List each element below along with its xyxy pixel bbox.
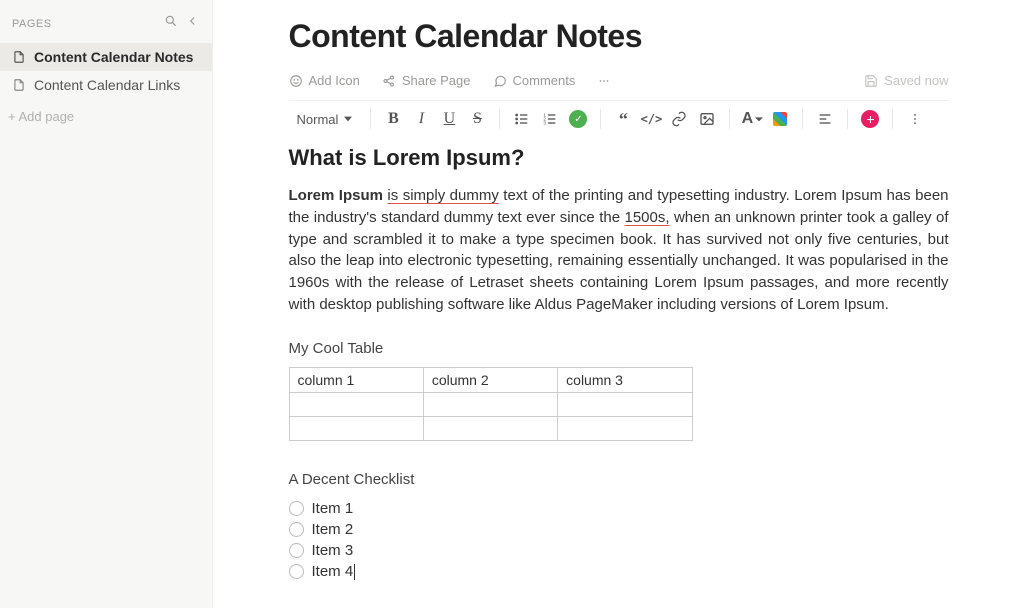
image-icon [699, 111, 715, 127]
list-item[interactable]: Item 3 [289, 540, 949, 561]
underline-button[interactable]: U [437, 107, 461, 131]
main-content: Content Calendar Notes Add Icon Share Pa… [213, 0, 1024, 608]
underline-text: 1500s, [624, 209, 669, 226]
share-icon [382, 74, 396, 88]
page-icon [12, 50, 26, 64]
strike-button[interactable]: S [465, 107, 489, 131]
search-icon[interactable] [164, 14, 178, 33]
table-cell[interactable] [289, 392, 423, 416]
table-cell[interactable]: column 1 [289, 367, 423, 392]
more-menu-button[interactable] [597, 74, 611, 88]
list-item[interactable]: Item 2 [289, 519, 949, 540]
add-page-button[interactable]: + Add page [0, 99, 212, 134]
checkbox[interactable] [289, 501, 304, 516]
share-page-button[interactable]: Share Page [382, 73, 471, 88]
smile-icon [289, 74, 303, 88]
save-icon [864, 74, 878, 88]
table-cell[interactable] [423, 392, 557, 416]
image-button[interactable] [695, 107, 719, 131]
align-button[interactable] [813, 107, 837, 131]
section-heading[interactable]: What is Lorem Ipsum? [289, 145, 949, 171]
sidebar-item-label: Content Calendar Notes [34, 49, 193, 65]
link-button[interactable] [667, 107, 691, 131]
save-status: Saved now [864, 73, 948, 88]
number-list-icon: 123 [542, 111, 558, 127]
page-icon [12, 78, 26, 92]
table-row[interactable] [289, 416, 692, 440]
bullet-list-icon [514, 111, 530, 127]
comment-icon [493, 74, 507, 88]
align-icon [817, 111, 833, 127]
bold-button[interactable]: B [381, 107, 405, 131]
plus-icon: + [861, 110, 879, 128]
highlight-icon [773, 112, 787, 126]
table-cell[interactable]: column 2 [423, 367, 557, 392]
highlight-button[interactable] [768, 107, 792, 131]
checkbox[interactable] [289, 564, 304, 579]
sidebar-item-content-calendar-links[interactable]: Content Calendar Links [0, 71, 212, 99]
toolbar-more-button[interactable] [903, 107, 927, 131]
table-cell[interactable] [558, 392, 692, 416]
dots-icon [597, 74, 611, 88]
quote-button[interactable]: “ [611, 107, 635, 131]
table-row[interactable]: column 1 column 2 column 3 [289, 367, 692, 392]
bold-text: Lorem Ipsum [289, 187, 383, 204]
underline-text: is simply dummy [387, 187, 498, 204]
table-caption[interactable]: My Cool Table [289, 340, 949, 357]
code-button[interactable]: </> [639, 107, 663, 131]
table-cell[interactable]: column 3 [558, 367, 692, 392]
number-list-button[interactable]: 123 [538, 107, 562, 131]
table-cell[interactable] [423, 416, 557, 440]
checklist-caption[interactable]: A Decent Checklist [289, 471, 949, 488]
sidebar-item-content-calendar-notes[interactable]: Content Calendar Notes [0, 43, 212, 71]
sidebar-title: PAGES [12, 18, 52, 30]
list-item[interactable]: Item 4 [289, 561, 949, 582]
list-item[interactable]: Item 1 [289, 498, 949, 519]
collapse-icon[interactable] [186, 14, 200, 33]
comments-button[interactable]: Comments [493, 73, 576, 88]
dots-vertical-icon [908, 112, 922, 126]
checklist: Item 1 Item 2 Item 3 Item 4 [289, 498, 949, 582]
page-title[interactable]: Content Calendar Notes [289, 18, 949, 55]
sidebar-header: PAGES [0, 14, 212, 43]
format-toolbar: Normal B I U S 123 ✓ “ </> A + [289, 100, 949, 145]
body-paragraph[interactable]: Lorem Ipsum is simply dummy text of the … [289, 185, 949, 316]
page-meta-row: Add Icon Share Page Comments Saved now [289, 73, 949, 88]
sidebar-item-label: Content Calendar Links [34, 77, 180, 93]
table-cell[interactable] [289, 416, 423, 440]
checkbox[interactable] [289, 543, 304, 558]
caret-down-icon [755, 115, 763, 123]
check-icon: ✓ [569, 110, 587, 128]
checklist-button[interactable]: ✓ [566, 107, 590, 131]
table-cell[interactable] [558, 416, 692, 440]
checkbox[interactable] [289, 522, 304, 537]
svg-text:3: 3 [544, 120, 547, 125]
insert-button[interactable]: + [858, 107, 882, 131]
caret-down-icon [344, 115, 352, 123]
font-color-button[interactable]: A [740, 107, 764, 131]
block-format-select[interactable]: Normal [289, 112, 361, 127]
table-row[interactable] [289, 392, 692, 416]
link-icon [671, 111, 687, 127]
sidebar: PAGES Content Calendar Notes Content Cal… [0, 0, 213, 608]
content-table[interactable]: column 1 column 2 column 3 [289, 367, 693, 441]
add-icon-button[interactable]: Add Icon [289, 73, 360, 88]
bullet-list-button[interactable] [510, 107, 534, 131]
italic-button[interactable]: I [409, 107, 433, 131]
